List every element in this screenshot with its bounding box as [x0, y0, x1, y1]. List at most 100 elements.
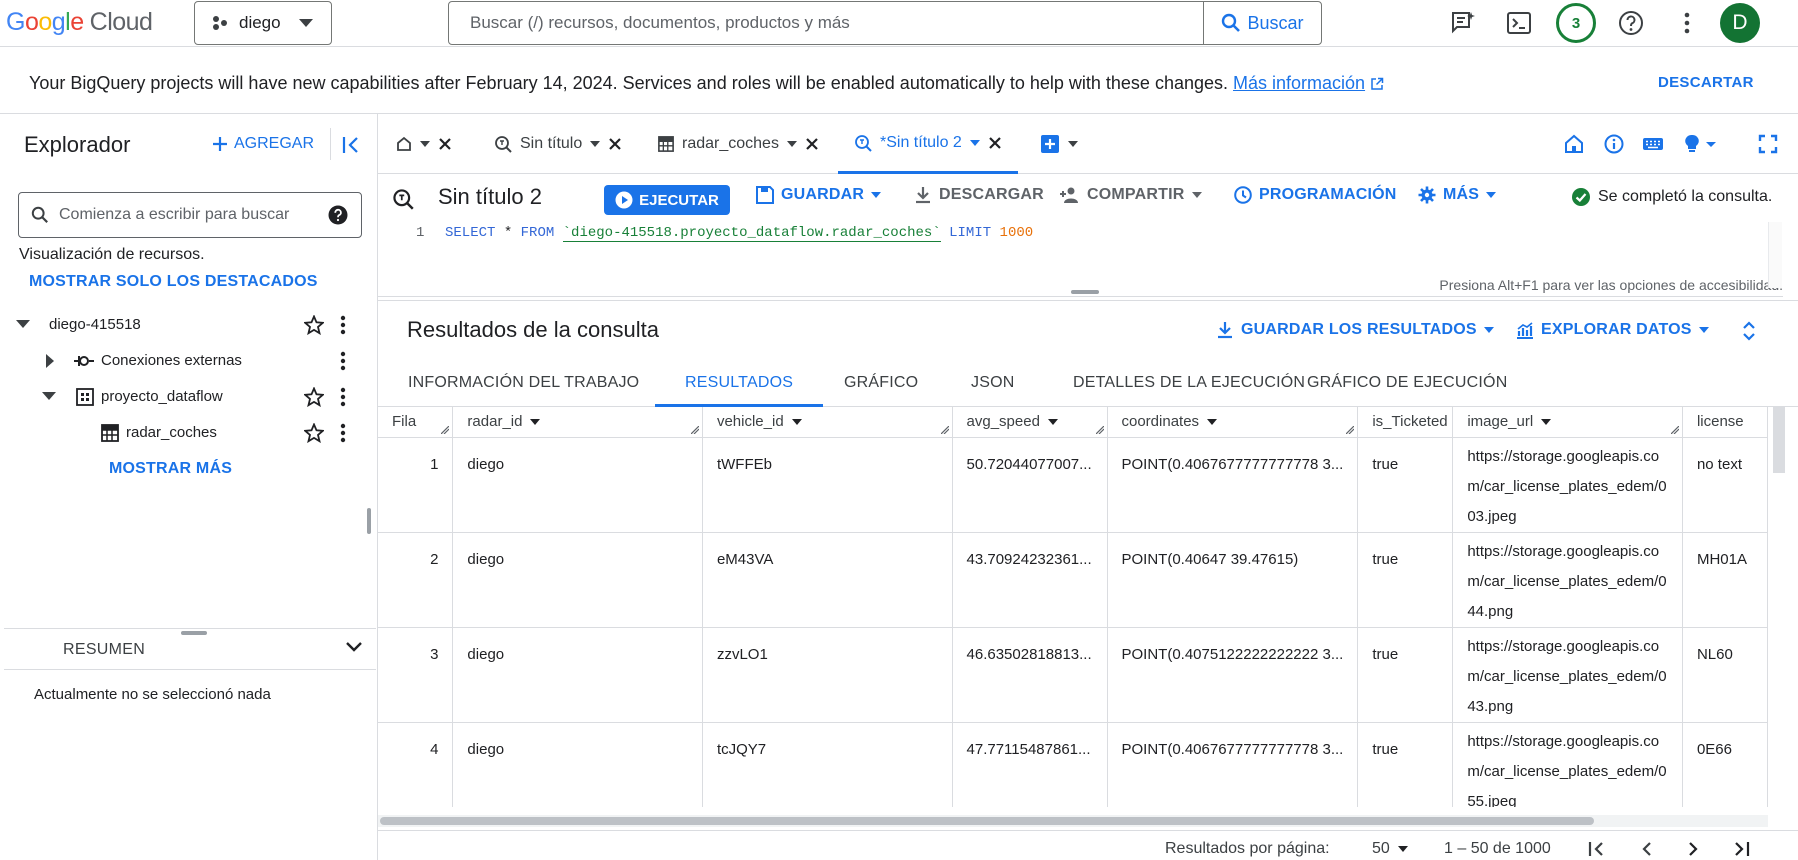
caret-down-icon[interactable] [969, 139, 980, 146]
star-icon[interactable] [304, 387, 324, 407]
table-row[interactable]: 1 diego tWFFEb 50.72044077007... POINT(0… [378, 437, 1768, 533]
caret-down-icon[interactable] [420, 141, 430, 147]
close-icon[interactable] [608, 137, 622, 151]
sql-editor[interactable]: 1 SELECT * FROM `diego-415518.proyecto_d… [378, 222, 1783, 297]
close-icon[interactable] [438, 137, 452, 151]
caret-down-icon[interactable] [1068, 141, 1078, 147]
tab-chart[interactable]: GRÁFICO [814, 360, 948, 407]
panel-resize-handle[interactable] [181, 631, 207, 635]
cell-image-url[interactable]: https://storage.googleapis.com/car_licen… [1452, 437, 1683, 533]
resize-icon[interactable] [1095, 425, 1104, 434]
tab-job-info[interactable]: INFORMACIÓN DEL TRABAJO [378, 360, 669, 407]
cell-coordinates[interactable]: POINT(0.4067677777777778 3... [1107, 437, 1359, 533]
table-row[interactable]: 3 diego zzvLO1 46.63502818813... POINT(0… [378, 627, 1768, 723]
column-header[interactable]: vehicle_id [702, 407, 953, 438]
global-search[interactable]: Buscar (/) recursos, documentos, product… [448, 1, 1322, 45]
resize-icon[interactable] [441, 425, 450, 434]
column-header[interactable]: coordinates [1107, 407, 1359, 438]
tab-execution-graph[interactable]: GRÁFICO DE EJECUCIÓN [1277, 360, 1537, 407]
resize-icon[interactable] [940, 425, 949, 434]
close-icon[interactable] [805, 137, 819, 151]
scrollbar-thumb[interactable] [1773, 407, 1785, 473]
fullscreen-icon[interactable] [1758, 134, 1778, 154]
first-page-icon[interactable] [1588, 841, 1606, 857]
more-vert-icon[interactable] [340, 315, 346, 335]
info-icon[interactable] [1604, 134, 1624, 154]
cell-license[interactable]: no text [1682, 437, 1768, 533]
cell-coordinates[interactable]: POINT(0.4067677777777778 3... [1107, 722, 1359, 807]
resource-search-input[interactable]: Comienza a escribir para buscar [59, 206, 328, 224]
cell-radar-id[interactable]: diego [452, 722, 703, 807]
caret-down-icon[interactable] [1047, 419, 1058, 426]
show-more-link[interactable]: MOSTRAR MÁS [109, 460, 232, 478]
learn-more-link[interactable]: Más información [1233, 73, 1365, 93]
dismiss-button[interactable]: DESCARTAR [1658, 74, 1754, 91]
editor-scrollbar[interactable] [1768, 222, 1782, 288]
resize-icon[interactable] [1670, 425, 1679, 434]
sql-code[interactable]: SELECT * FROM `diego-415518.proyecto_dat… [445, 225, 1033, 242]
download-button[interactable]: DESCARGAR [914, 186, 1044, 204]
cell-image-url[interactable]: https://storage.googleapis.com/car_licen… [1452, 722, 1683, 807]
explorer-scrollbar[interactable] [367, 508, 371, 534]
last-page-icon[interactable] [1732, 841, 1750, 857]
cell-is-ticketed[interactable]: true [1357, 627, 1454, 723]
tab-untitled-2[interactable]: *Sin título 2 [838, 114, 1018, 174]
project-selector[interactable]: diego [194, 1, 332, 45]
prev-page-icon[interactable] [1640, 841, 1652, 857]
google-cloud-logo[interactable]: Google Cloud [6, 8, 153, 37]
tree-item-table[interactable]: radar_coches [0, 415, 360, 451]
tree-item-dataset[interactable]: proyecto_dataflow [0, 379, 360, 415]
notifications-badge[interactable]: 3 [1556, 3, 1596, 43]
cell-radar-id[interactable]: diego [452, 532, 703, 628]
tab-radar-coches[interactable]: radar_coches [658, 114, 819, 174]
help-icon[interactable] [1618, 10, 1644, 36]
expand-icon[interactable] [1742, 321, 1756, 341]
column-header[interactable]: is_Ticketed [1357, 407, 1454, 438]
table-row[interactable]: 4 diego tcJQY7 47.77115487861... POINT(0… [378, 722, 1768, 807]
cell-avg-speed[interactable]: 43.70924232361... [952, 532, 1108, 628]
results-vertical-scrollbar[interactable] [1772, 407, 1786, 809]
column-header[interactable]: Fila [378, 407, 454, 438]
cell-radar-id[interactable]: diego [452, 437, 703, 533]
close-icon[interactable] [988, 136, 1002, 150]
cell-radar-id[interactable]: diego [452, 627, 703, 723]
add-button[interactable]: AGREGAR [212, 135, 314, 153]
query-title[interactable]: Sin título 2 [438, 184, 542, 210]
cloud-shell-icon[interactable] [1506, 10, 1532, 36]
tab-json[interactable]: JSON [941, 360, 1044, 407]
cell-vehicle-id[interactable]: eM43VA [702, 532, 953, 628]
save-button[interactable]: GUARDAR [756, 186, 882, 204]
chevron-down-icon[interactable] [346, 642, 362, 652]
cell-avg-speed[interactable]: 47.77115487861... [952, 722, 1108, 807]
new-tab-button[interactable] [1040, 114, 1078, 174]
editor-resize-handle[interactable] [1071, 290, 1099, 294]
cell-image-url[interactable]: https://storage.googleapis.com/car_licen… [1452, 532, 1683, 628]
save-results-button[interactable]: GUARDAR LOS RESULTADOS [1216, 321, 1494, 339]
column-header[interactable]: radar_id [452, 407, 703, 438]
next-page-icon[interactable] [1688, 841, 1700, 857]
show-starred-link[interactable]: MOSTRAR SOLO LOS DESTACADOS [29, 273, 318, 291]
cell-is-ticketed[interactable]: true [1357, 722, 1454, 807]
cell-license[interactable]: MH01A [1682, 532, 1768, 628]
explore-data-button[interactable]: EXPLORAR DATOS [1516, 321, 1709, 339]
caret-down-icon[interactable] [791, 419, 802, 426]
schedule-button[interactable]: PROGRAMACIÓN [1234, 186, 1397, 204]
search-button[interactable]: Buscar [1203, 1, 1321, 45]
account-avatar[interactable]: D [1720, 3, 1760, 43]
tab-home[interactable] [396, 114, 452, 174]
home-icon[interactable] [1564, 134, 1584, 154]
caret-down-icon[interactable] [530, 419, 541, 426]
column-header[interactable]: license [1682, 407, 1768, 438]
cell-avg-speed[interactable]: 46.63502818813... [952, 627, 1108, 723]
cell-is-ticketed[interactable]: true [1357, 532, 1454, 628]
run-button[interactable]: EJECUTAR [604, 185, 730, 215]
cell-image-url[interactable]: https://storage.googleapis.com/car_licen… [1452, 627, 1683, 723]
more-vert-icon[interactable] [340, 423, 346, 443]
results-horizontal-scrollbar[interactable] [378, 815, 1768, 827]
more-vert-icon[interactable] [340, 387, 346, 407]
caret-down-icon[interactable] [786, 141, 797, 147]
keyboard-icon[interactable] [1642, 134, 1664, 154]
resize-icon[interactable] [690, 425, 699, 434]
cell-vehicle-id[interactable]: zzvLO1 [702, 627, 953, 723]
cell-vehicle-id[interactable]: tcJQY7 [702, 722, 953, 807]
